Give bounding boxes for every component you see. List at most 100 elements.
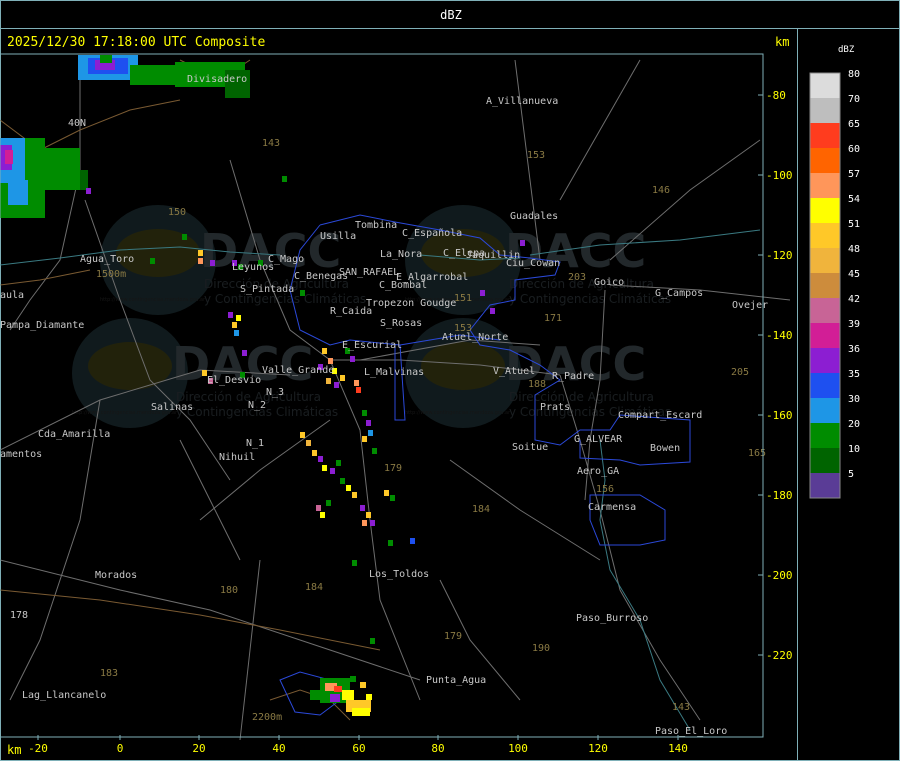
radar-echo [80,170,88,190]
radar-echo [390,495,395,501]
x-tick-label: 0 [117,742,124,755]
legend-swatch [810,223,840,248]
place-label: Usilla [320,231,356,242]
place-label: 150 [168,207,186,218]
legend-value: 35 [848,369,860,380]
place-label: 183 [100,668,118,679]
radar-echo [368,430,373,436]
place-label: N_3 [266,387,284,398]
x-tick-label: 120 [588,742,608,755]
y-tick-label: -180 [766,489,793,502]
watermark-line1: Dirección de Agricultura [509,390,654,404]
road-line [559,374,701,721]
radar-echo [320,512,325,518]
legend-value: 30 [848,394,860,405]
contour-line [0,269,91,286]
place-label: Aero_GA [577,466,619,477]
radar-echo [490,308,495,314]
legend-value: 70 [848,94,860,105]
road-line [9,399,101,701]
radar-echo [352,708,370,716]
radar-echo [326,378,331,384]
radar-echo [300,290,305,296]
place-label: Soitue [512,442,548,453]
radar-echo [362,410,367,416]
road-line [199,419,331,521]
place-label: L_Malvinas [364,367,424,378]
legend-value: 51 [848,219,860,230]
legend-value: 5 [848,469,854,480]
radar-echo [322,348,327,354]
legend-value: 45 [848,269,860,280]
place-label: 205 [731,367,749,378]
road-line [559,59,641,201]
place-label: Guadales [510,211,558,222]
place-label: Divisadero [187,74,247,85]
legend-value: 57 [848,169,860,180]
place-label: Compart_Escard [618,410,702,421]
radar-echo [352,492,357,498]
place-label: Punta_Agua [426,675,486,686]
km-label-bottom: km [7,743,22,757]
y-tick-label: -100 [766,169,793,182]
radar-echo [360,505,365,511]
legend-swatch [810,273,840,298]
y-tick-label: -200 [766,569,793,582]
place-label: 179 [444,631,462,642]
place-label: Cda_Amarilla [38,429,110,440]
radar-echo [336,460,341,466]
radar-echo [354,380,359,386]
legend-swatch [810,298,840,323]
place-label: G_ALVEAR [574,434,623,445]
place-label: Valle_Grande [262,365,334,376]
radar-echo [242,350,247,356]
radar-echo [372,448,377,454]
place-label: Ciu_Cowan [506,258,560,269]
x-tick-label: -20 [28,742,48,755]
radar-echo [342,690,354,700]
x-tick-label: 60 [352,742,365,755]
radar-echo [234,330,239,336]
place-label: Paso_El_Loro [655,726,727,737]
place-label: Atuel_Norte [442,332,508,343]
place-label: Salinas [151,402,193,413]
legend-swatch [810,323,840,348]
watermark-line2: y Contingencias Climáticas [509,292,671,306]
radar-echo [5,150,13,164]
legend-swatch [810,448,840,473]
place-label: A_Villanueva [486,96,558,107]
place-label: SAN_RAFAEL [339,267,399,278]
place-label: R_Padre [552,371,594,382]
radar-echo [8,180,28,205]
legend-value: 48 [848,244,860,255]
radar-echo [362,436,367,442]
km-label-top: km [775,35,790,49]
radar-echo [340,375,345,381]
place-label: Paso_Burroso [576,613,648,624]
radar-map[interactable]: DACCDirección de Agriculturay Contingenc… [0,0,900,761]
radar-echo [370,520,375,526]
radar-echo [410,538,415,544]
place-label: Agua_Toro [80,254,134,265]
radar-echo [198,258,203,264]
place-label: C_Española [402,228,462,239]
place-label: 203 [568,272,586,283]
radar-echo [322,465,327,471]
place-label: El_Desvio [207,375,261,386]
place-label: Prats [540,402,570,413]
place-label: R_Caida [330,306,372,317]
legend-swatch [810,398,840,423]
x-tick-label: 40 [272,742,285,755]
x-tick-label: 100 [508,742,528,755]
radar-echo [330,694,340,702]
radar-echo [350,676,356,682]
legend-swatch [810,423,840,448]
y-tick-label: -160 [766,409,793,422]
timestamp-label: 2025/12/30 17:18:00 UTC Composite [7,35,266,50]
place-label: 143 [262,138,280,149]
radar-echo [40,148,80,190]
legend-swatch [810,173,840,198]
x-tick-label: 80 [431,742,444,755]
x-tick-label: 20 [192,742,205,755]
place-label: 180 [220,585,238,596]
